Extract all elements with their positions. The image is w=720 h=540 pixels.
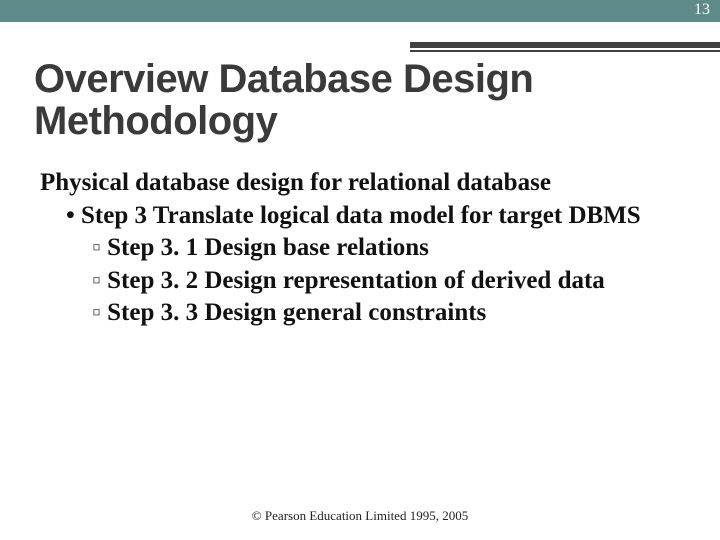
top-accent-bar: 13 <box>0 0 720 22</box>
subbullet-2: Step 3. 2 Design representation of deriv… <box>40 266 680 297</box>
slide-body: Physical database design for relational … <box>40 168 680 331</box>
footer-copyright: © Pearson Education Limited 1995, 2005 <box>0 508 720 524</box>
accent-line-thick <box>410 42 720 48</box>
accent-lines <box>410 42 720 52</box>
page-number: 13 <box>694 1 710 19</box>
accent-line-thin <box>410 50 720 52</box>
subbullet-1: Step 3. 1 Design base relations <box>40 233 680 264</box>
slide: 13 Overview Database Design Methodology … <box>0 0 720 540</box>
subbullet-3: Step 3. 3 Design general constraints <box>40 298 680 329</box>
section-heading: Physical database design for relational … <box>40 168 680 199</box>
slide-title: Overview Database Design Methodology <box>34 58 680 142</box>
bullet-step3: Step 3 Translate logical data model for … <box>40 201 680 232</box>
